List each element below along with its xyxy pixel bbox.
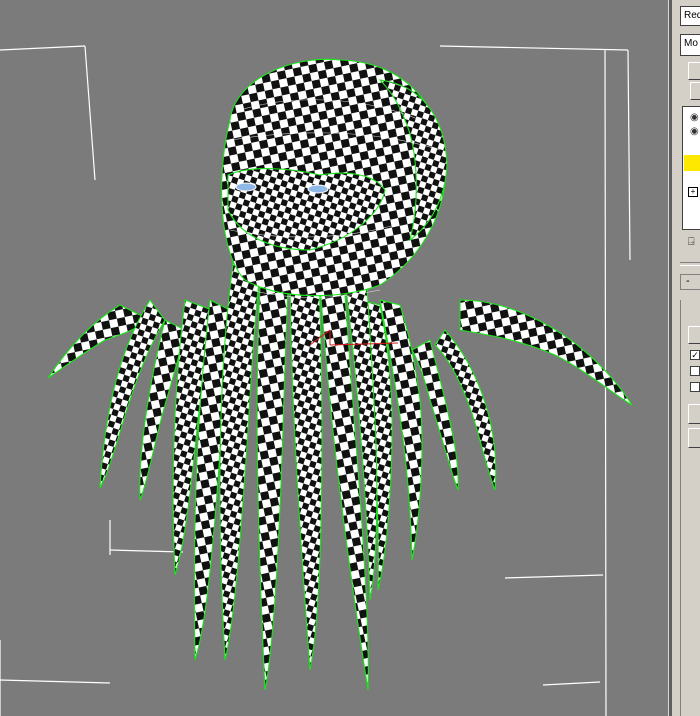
light-bulb-icon[interactable]: ◉ [690,113,700,123]
panel-button-3[interactable] [688,428,700,448]
object-name-field[interactable]: Red [680,6,700,26]
checkbox-2[interactable] [690,366,700,376]
toolbar-button[interactable] [688,62,700,80]
pin-stack-icon[interactable]: ⍈ [688,236,695,249]
perspective-viewport[interactable] [0,0,668,716]
checkbox-1[interactable]: ✓ [690,350,700,360]
modifier-stack-list[interactable]: ◉ ◉ + [682,106,700,230]
rollout-header[interactable]: - [680,274,700,290]
command-panel: Red Mo M ◉ ◉ + ⍈ - ✓ [672,0,700,716]
plus-box-icon[interactable]: + [688,187,698,197]
light-bulb-icon[interactable]: ◉ [690,127,700,137]
panel-bevel [680,300,681,716]
3dsmax-window: Red Mo M ◉ ◉ + ⍈ - ✓ [0,0,700,716]
modifier-list-dropdown[interactable]: Mo [680,34,700,56]
panel-button-2[interactable] [688,404,700,424]
checkbox-3[interactable] [690,382,700,392]
rollout-button[interactable] [688,326,700,344]
selected-stack-item[interactable] [684,155,700,171]
cthulhu-mesh [47,58,633,691]
viewport-canvas[interactable] [0,0,668,716]
m-button[interactable]: M [690,82,700,100]
divider-line [680,262,700,266]
